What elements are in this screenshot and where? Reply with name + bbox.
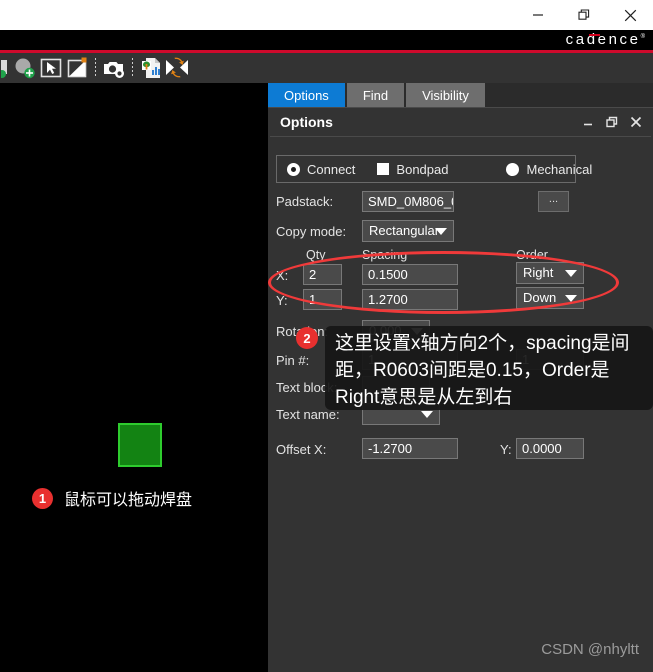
qty-y-input[interactable]: 1 [303, 289, 342, 310]
spacing-y-input[interactable]: 1.2700 [362, 289, 458, 310]
panel-minimize-button[interactable] [577, 111, 599, 133]
brand-band: cadence® [0, 30, 653, 50]
select-arrow-icon[interactable] [38, 55, 64, 81]
options-panel-title: Options [280, 114, 333, 130]
copy-mode-value: Rectangular [369, 223, 440, 238]
dock-tabstrip: Options Find Visibility [268, 83, 653, 107]
annotation-1: 1 鼠标可以拖动焊盘 [32, 486, 192, 510]
toolbar-separator [95, 58, 96, 78]
cadence-logo-text: cadence [565, 31, 641, 48]
annotation-2-line-1: 这里设置x轴方向2个，spacing是间 [335, 333, 630, 354]
padstack-browse-button[interactable]: ... [538, 191, 569, 212]
window-restore-button[interactable] [561, 0, 607, 30]
padstack-label-row: Padstack: [276, 194, 333, 209]
radio-mechanical-icon [506, 162, 520, 176]
add-shape-icon[interactable] [12, 55, 38, 81]
annotation-2-tooltip: 这里设置x轴方向2个，spacing是间 距，R0603间距是0.15，Orde… [325, 326, 653, 410]
chevron-down-icon [565, 295, 577, 302]
annotation-2-line-3: Right意思是从左到右 [335, 387, 513, 408]
pin-number-label: Pin #: [276, 353, 310, 368]
tab-options[interactable]: Options [268, 83, 345, 107]
grid-header-spacing: Spacing [362, 248, 408, 262]
radio-connect[interactable]: Connect [287, 162, 355, 177]
radio-bondpad-label: Bondpad [396, 161, 449, 177]
order-x-select[interactable]: Right [516, 262, 584, 284]
annotation-1-text: 鼠标可以拖动焊盘 [64, 492, 193, 509]
order-x-value: Right [523, 265, 554, 280]
report-chart-icon[interactable] [138, 55, 164, 81]
offset-x-label: Offset X: [276, 442, 327, 457]
logo-macron-accent [588, 34, 600, 36]
offset-x-input[interactable]: -1.2700 [362, 438, 458, 459]
annotation-badge-2: 2 [296, 327, 318, 349]
radio-mechanical-label: Mechanical [526, 161, 593, 177]
padstack-input[interactable]: SMD_0M806_0M8 [362, 191, 454, 212]
app-root: cadence® 1 鼠标可以拖动焊盘 Options Find Visibil… [0, 0, 653, 672]
pad-shape[interactable] [118, 423, 162, 467]
main-toolbar [0, 53, 653, 83]
grid-header-order: Order [516, 248, 548, 262]
radio-connect-label: Connect [307, 161, 356, 177]
grid-row-x-label: X: [276, 268, 289, 283]
radio-connect-icon [287, 162, 300, 176]
cadence-logo: cadence® [566, 31, 645, 48]
window-titlebar [0, 0, 653, 30]
offset-y-label: Y: [500, 442, 512, 457]
chevron-down-icon [565, 270, 577, 277]
window-controls [515, 0, 653, 30]
radio-bondpad[interactable]: Bondpad [377, 162, 448, 177]
grid-header-qty: Qty [306, 248, 326, 262]
grid-row-y-label: Y: [276, 293, 288, 308]
annotation-badge-1: 1 [32, 487, 53, 509]
radio-mechanical[interactable]: Mechanical [506, 162, 592, 177]
chevron-down-icon [435, 228, 447, 235]
offset-y-input[interactable]: 0.0000 [516, 438, 584, 459]
chevron-down-icon [421, 411, 433, 418]
options-panel-controls [577, 108, 647, 136]
window-minimize-button[interactable] [515, 0, 561, 30]
panel-close-button[interactable] [625, 111, 647, 133]
registered-mark-icon: ® [640, 34, 645, 40]
annotation-2-line-2: 距，R0603间距是0.15，Order是 [335, 360, 610, 381]
pad-type-group: Connect Bondpad Mechanical [276, 155, 592, 183]
swap-refresh-icon[interactable] [164, 55, 190, 81]
tab-visibility[interactable]: Visibility [406, 83, 485, 107]
window-close-button[interactable] [607, 0, 653, 30]
camera-setup-icon[interactable] [101, 55, 127, 81]
watermark: CSDN @nhyltt [541, 641, 639, 658]
spacing-x-input[interactable]: 0.1500 [362, 264, 458, 285]
toolbar-separator [132, 58, 133, 78]
copy-mode-label: Copy mode: [276, 224, 347, 239]
order-y-select[interactable]: Down [516, 287, 584, 309]
copy-mode-label-row: Copy mode: [276, 224, 346, 239]
panel-maximize-button[interactable] [601, 111, 623, 133]
radio-bondpad-icon [377, 163, 390, 175]
gradient-fill-icon[interactable] [64, 55, 90, 81]
qty-x-input[interactable]: 2 [303, 264, 342, 285]
padstack-label: Padstack: [276, 194, 334, 209]
copy-mode-select[interactable]: Rectangular [362, 220, 454, 242]
tab-find[interactable]: Find [346, 83, 405, 107]
order-y-value: Down [523, 290, 557, 305]
partial-left-icon[interactable] [0, 55, 12, 81]
options-panel-header: Options [268, 108, 653, 136]
